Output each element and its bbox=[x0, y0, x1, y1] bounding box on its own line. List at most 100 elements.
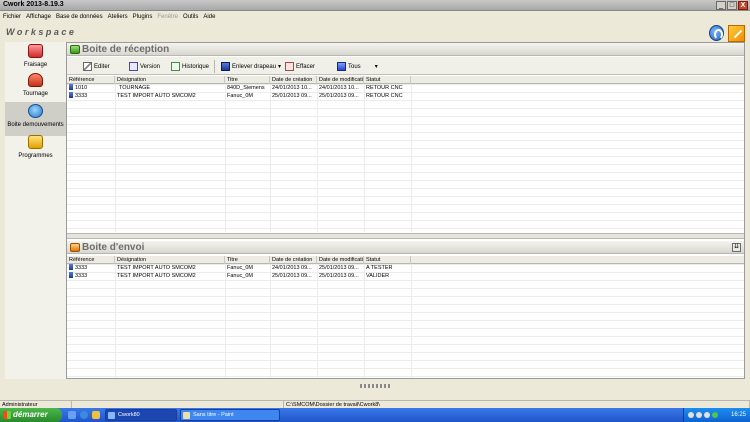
col-statut[interactable]: Statut bbox=[364, 76, 411, 84]
sidebar-item-programmes[interactable]: Programmes bbox=[5, 133, 66, 167]
boite-icon bbox=[28, 104, 43, 118]
sidebar-item-tournage[interactable]: Tournage bbox=[5, 71, 66, 105]
edit-icon[interactable] bbox=[728, 25, 745, 42]
grid-columns bbox=[67, 84, 744, 232]
cell-date-creation: 24/01/2013 10... bbox=[272, 85, 312, 91]
edit-pencil-icon bbox=[83, 62, 92, 71]
menu-aide[interactable]: Aide bbox=[203, 12, 215, 22]
menu-plugins[interactable]: Plugins bbox=[133, 12, 153, 22]
grid-columns bbox=[67, 264, 744, 378]
outbox-icon bbox=[70, 243, 80, 252]
task-cwork80[interactable]: Cwork80 bbox=[105, 409, 177, 421]
inbox-toolbar: Editer Version Historique Enlever drapea… bbox=[67, 57, 744, 75]
table-row[interactable]: 3333 TEST IMPORT AUTO SMCOM2 Fanuc_0M 25… bbox=[67, 272, 744, 280]
paint-icon bbox=[183, 412, 190, 419]
cwork-icon bbox=[108, 412, 115, 419]
task-paint[interactable]: Sans titre - Paint bbox=[180, 409, 280, 421]
menu-fichier[interactable]: Fichier bbox=[3, 12, 21, 22]
ie-icon[interactable] bbox=[80, 411, 88, 419]
cell-date-modification: 25/01/2013 09... bbox=[319, 273, 359, 279]
task-label: Cwork80 bbox=[118, 412, 140, 418]
update-icon[interactable] bbox=[712, 412, 718, 418]
cell-designation: TEST IMPORT AUTO SMCOM2 bbox=[117, 93, 196, 99]
col-titre[interactable]: Titre bbox=[225, 256, 270, 264]
outbox-header: Boite d'envoi ⇊ bbox=[67, 241, 744, 254]
cell-titre: Fanuc_0M bbox=[227, 93, 253, 99]
col-reference[interactable]: Référence bbox=[67, 76, 115, 84]
col-reference[interactable]: Référence bbox=[67, 256, 115, 264]
task-label: Sans titre - Paint bbox=[193, 412, 234, 418]
media-icon[interactable] bbox=[92, 411, 100, 419]
clock: 16:25 bbox=[730, 412, 746, 418]
historique-button[interactable]: Historique bbox=[171, 61, 209, 72]
cell-date-modification: 25/01/2013 09... bbox=[319, 265, 359, 271]
sidebar-item-label: Programmes bbox=[18, 153, 53, 159]
flag-icon bbox=[69, 92, 73, 98]
col-date-modification[interactable]: Date de modification bbox=[317, 256, 364, 264]
volume-icon[interactable] bbox=[696, 412, 702, 418]
inbox-grid: Référence Désignation Titre Date de créa… bbox=[67, 76, 744, 232]
col-titre[interactable]: Titre bbox=[225, 76, 270, 84]
panel-divider[interactable] bbox=[67, 233, 744, 239]
inbox-title: Boite de réception bbox=[82, 44, 170, 55]
col-date-modification[interactable]: Date de modification bbox=[317, 76, 364, 84]
cell-date-modification: 24/01/2013 10... bbox=[319, 85, 359, 91]
col-statut[interactable]: Statut bbox=[364, 256, 411, 264]
maximize-button[interactable]: □ bbox=[727, 1, 737, 10]
version-button[interactable]: Version bbox=[129, 61, 160, 72]
table-row[interactable]: 3333 TEST IMPORT AUTO SMCOM2 Fanuc_0M 25… bbox=[67, 92, 744, 100]
cell-date-modification: 25/01/2013 09... bbox=[319, 93, 359, 99]
cell-titre: Fanuc_0M bbox=[227, 265, 253, 271]
network-icon[interactable] bbox=[688, 412, 694, 418]
start-button[interactable]: démarrer bbox=[0, 408, 62, 422]
cell-titre: 840D_Siemens bbox=[227, 85, 265, 91]
cell-reference: 1010 bbox=[75, 85, 88, 91]
tous-button[interactable]: Tous ▾ bbox=[337, 61, 378, 72]
sidebar: Fraisage Tournage Boite demouvements Pro… bbox=[5, 42, 66, 379]
workspace-title: Workspace bbox=[6, 27, 77, 37]
cell-reference: 3333 bbox=[75, 273, 88, 279]
menu-ateliers[interactable]: Ateliers bbox=[108, 12, 128, 22]
cell-designation: TOURNAGE bbox=[119, 85, 151, 91]
cell-designation: TEST IMPORT AUTO SMCOM2 bbox=[117, 265, 196, 271]
cell-date-creation: 24/01/2013 09... bbox=[272, 265, 312, 271]
splitter-grip[interactable] bbox=[360, 384, 390, 388]
table-row[interactable]: 1010 TOURNAGE 840D_Siemens 24/01/2013 10… bbox=[67, 84, 744, 92]
security-icon[interactable] bbox=[704, 412, 710, 418]
version-icon bbox=[129, 62, 138, 71]
effacer-button[interactable]: Effacer bbox=[285, 61, 315, 72]
title-bar: Cwork 2013-8.19.3 _ □ X bbox=[0, 0, 750, 11]
menu-outils[interactable]: Outils bbox=[183, 12, 198, 22]
tous-label: Tous bbox=[348, 63, 361, 70]
col-date-creation[interactable]: Date de création bbox=[270, 256, 317, 264]
cell-designation: TEST IMPORT AUTO SMCOM2 bbox=[117, 273, 196, 279]
collapse-icon[interactable]: ⇊ bbox=[732, 243, 741, 252]
outbox-grid-header: Référence Désignation Titre Date de créa… bbox=[67, 256, 744, 264]
menu-fenetre: Fenêtre bbox=[157, 14, 179, 20]
cell-statut: A TESTER bbox=[366, 265, 393, 271]
menu-base-de-donnees[interactable]: Base de données bbox=[56, 12, 103, 22]
cell-reference: 3333 bbox=[75, 265, 88, 271]
enlever-label: Enlever drapeau bbox=[232, 63, 277, 70]
menu-affichage[interactable]: Affichage bbox=[26, 12, 51, 22]
chevron-down-icon: ▾ bbox=[278, 64, 282, 70]
col-date-creation[interactable]: Date de création bbox=[270, 76, 317, 84]
version-label: Version bbox=[140, 63, 161, 70]
desktop-icon[interactable] bbox=[68, 411, 76, 419]
status-bar: Administrateur C:\SMCOM\Dossier de trava… bbox=[0, 400, 750, 409]
programmes-icon bbox=[28, 135, 43, 149]
editer-button[interactable]: Editer bbox=[83, 61, 110, 72]
col-designation[interactable]: Désignation bbox=[115, 256, 225, 264]
col-designation[interactable]: Désignation bbox=[115, 76, 225, 84]
sidebar-item-boite[interactable]: Boite demouvements bbox=[5, 102, 66, 136]
toolbar-separator bbox=[214, 60, 215, 73]
minimize-button[interactable]: _ bbox=[716, 1, 726, 10]
close-button[interactable]: X bbox=[738, 1, 748, 10]
inbox-header: Boite de réception bbox=[67, 43, 744, 56]
menu-bar: Fichier Affichage Base de données Atelie… bbox=[0, 12, 750, 22]
help-icon[interactable] bbox=[709, 25, 724, 41]
enlever-drapeau-button[interactable]: Enlever drapeau ▾ bbox=[221, 61, 281, 72]
window-title: Cwork 2013-8.19.3 bbox=[3, 1, 64, 8]
flag-icon bbox=[69, 272, 73, 278]
table-row[interactable]: 3333 TEST IMPORT AUTO SMCOM2 Fanuc_0M 24… bbox=[67, 264, 744, 272]
